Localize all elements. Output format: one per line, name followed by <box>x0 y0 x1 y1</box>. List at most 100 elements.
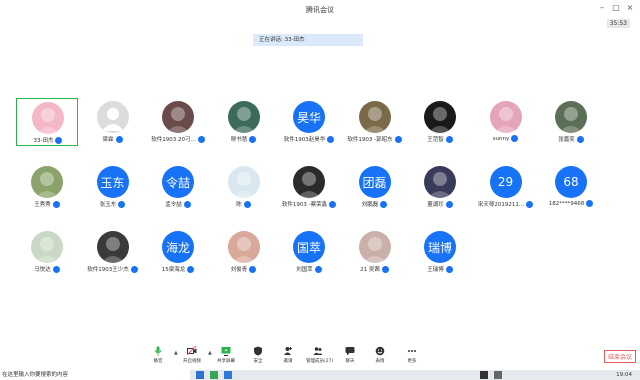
avatar <box>227 231 260 263</box>
muted-mic-icon <box>314 265 322 273</box>
muted-mic-icon <box>118 200 126 208</box>
participant-name-text: 软件1903赵昊华 <box>283 137 326 143</box>
participant-tile[interactable]: 梁霖 <box>82 98 144 146</box>
participant-tile[interactable]: sunny <box>475 98 537 146</box>
microphone-icon <box>146 346 170 356</box>
caret-up-icon[interactable]: ▲ <box>208 350 212 356</box>
share-screen-icon <box>214 346 238 356</box>
avatar: 68 <box>555 166 587 198</box>
participant-name: 张嘉奕 <box>532 135 610 143</box>
participant-name-text: 宋天琴2019211... <box>477 202 525 208</box>
avatar <box>227 101 260 133</box>
avatar <box>31 166 63 198</box>
participant-tile[interactable]: 软件1903 -蔡荣鑫 <box>278 163 340 211</box>
muted-mic-icon <box>115 135 123 143</box>
participant-tile[interactable]: 33-田杰 <box>16 98 78 146</box>
participant-tile[interactable]: 王范智 <box>409 98 471 146</box>
participant-tile[interactable]: 团磊 刘鹏磊 <box>344 163 406 211</box>
toolbar-more-button[interactable]: 更多 <box>400 346 424 368</box>
muted-mic-icon <box>187 265 195 273</box>
participant-tile[interactable]: 马悦达 <box>16 228 78 276</box>
tray-icon[interactable] <box>494 371 502 379</box>
participant-name-text: 张嘉奕 <box>558 137 575 143</box>
toolbar-label: 聊天 <box>345 359 355 364</box>
participant-tile[interactable]: 软件1903 -郭昭东 <box>344 98 406 146</box>
toolbar-chat-button[interactable]: 聊天 <box>338 346 362 368</box>
avatar <box>31 231 63 263</box>
meeting-toolbar: 静音 开启视频 共享屏幕 安全 邀请 管理成员(27) 聊天 表情 更多 ▲ ▲ <box>140 346 430 368</box>
minimize-button[interactable]: – <box>596 3 608 12</box>
toolbar-label: 共享屏幕 <box>217 359 235 364</box>
muted-mic-icon <box>55 136 63 144</box>
participant-tile[interactable]: 海龙 15梁海龙 <box>147 228 209 276</box>
avatar <box>96 101 129 133</box>
participant-name-text: sunny <box>492 135 510 142</box>
participant-tile[interactable]: 张嘉奕 <box>540 98 602 146</box>
participant-name-text: 穆书慧 <box>230 137 248 143</box>
end-meeting-button[interactable]: 结束会议 <box>604 350 636 363</box>
toolbar-emoji-button[interactable]: 表情 <box>368 346 392 368</box>
participant-tile[interactable]: 玉东 张玉东 <box>82 163 144 211</box>
avatar <box>32 102 64 134</box>
muted-mic-icon <box>243 200 251 208</box>
more-icon <box>400 346 424 356</box>
muted-mic-icon <box>130 265 138 273</box>
participant-name-text: 软件1903王少杰 <box>87 267 129 273</box>
participant-name-text: 软件1903 20刁... <box>151 137 196 143</box>
caret-up-icon[interactable]: ▲ <box>174 350 178 356</box>
participant-name-text: 董湖珍 <box>427 202 444 208</box>
participant-tile[interactable]: 令喆 孟令喆 <box>147 163 209 211</box>
title-bar: 腾讯会议 – □ × <box>0 0 640 20</box>
participant-tile[interactable]: 软件1903 20刁... <box>147 98 209 146</box>
muted-mic-icon <box>381 265 389 273</box>
muted-mic-icon <box>183 200 191 208</box>
close-button[interactable]: × <box>624 3 636 12</box>
participant-tile[interactable]: 昊华 软件1903赵昊华 <box>278 98 340 146</box>
taskbar-search-input[interactable]: 在这里输入你要搜索的内容 <box>0 370 190 380</box>
participant-name-text: 马悦达 <box>34 267 51 273</box>
toolbar-shield-button[interactable]: 安全 <box>246 346 270 368</box>
participant-name-text: 孟令喆 <box>165 202 182 208</box>
participant-tile[interactable]: 穆书慧 <box>213 98 275 146</box>
window-title: 腾讯会议 <box>306 6 334 14</box>
participant-name-text: 刘鹏磊 <box>361 202 379 208</box>
toolbar-share-screen-button[interactable]: 共享屏幕 <box>214 346 238 368</box>
toolbar-label: 更多 <box>407 359 417 364</box>
toolbar-microphone-button[interactable]: 静音 <box>146 346 170 368</box>
participant-name-text: 15梁海龙 <box>161 267 186 273</box>
toolbar-invite-button[interactable]: 邀请 <box>276 346 300 368</box>
muted-mic-icon <box>576 135 584 143</box>
avatar <box>293 166 325 198</box>
avatar <box>358 231 391 263</box>
participant-tile[interactable]: 瑞博 王瑞博 <box>409 228 471 276</box>
toolbar-label: 管理成员(27) <box>306 359 334 364</box>
tray-icon[interactable] <box>480 371 488 379</box>
toolbar-video-off-button[interactable]: 开启视频 <box>180 346 204 368</box>
participant-name-text: 刘国萃 <box>296 267 313 273</box>
participant-tile[interactable]: 国萃 刘国萃 <box>278 228 340 276</box>
participant-name-text: 王秀秀 <box>34 202 51 208</box>
invite-icon <box>276 346 300 356</box>
restore-button[interactable]: □ <box>610 3 622 12</box>
toolbar-members-button[interactable]: 管理成员(27) <box>306 346 334 368</box>
participant-tile[interactable]: 董湖珍 <box>409 163 471 211</box>
taskbar-app-icon[interactable] <box>196 371 204 379</box>
participant-tile[interactable]: 王秀秀 <box>16 163 78 211</box>
taskbar: 在这里输入你要搜索的内容 19:04 <box>0 370 640 380</box>
participant-tile[interactable]: 21 吴茜 <box>344 228 406 276</box>
taskbar-app-icon[interactable] <box>210 371 218 379</box>
muted-mic-icon <box>52 200 60 208</box>
muted-mic-icon <box>586 200 594 207</box>
participant-tile[interactable]: 陈 <box>213 163 275 211</box>
participant-tile[interactable]: 68 182****9468 <box>540 163 602 211</box>
participant-tile[interactable]: 29 宋天琴2019211... <box>475 163 537 211</box>
participant-name: 王瑞博 <box>401 265 479 273</box>
taskbar-app-icon[interactable] <box>224 371 232 379</box>
participant-tile[interactable]: 刘俊青 <box>213 228 275 276</box>
avatar <box>489 101 522 133</box>
participant-tile[interactable]: 软件1903王少杰 <box>82 228 144 276</box>
participant-name-text: 王范智 <box>427 137 444 143</box>
avatar: 瑞博 <box>424 231 456 263</box>
emoji-icon <box>368 346 392 356</box>
participant-name-text: 梁霖 <box>102 137 114 143</box>
